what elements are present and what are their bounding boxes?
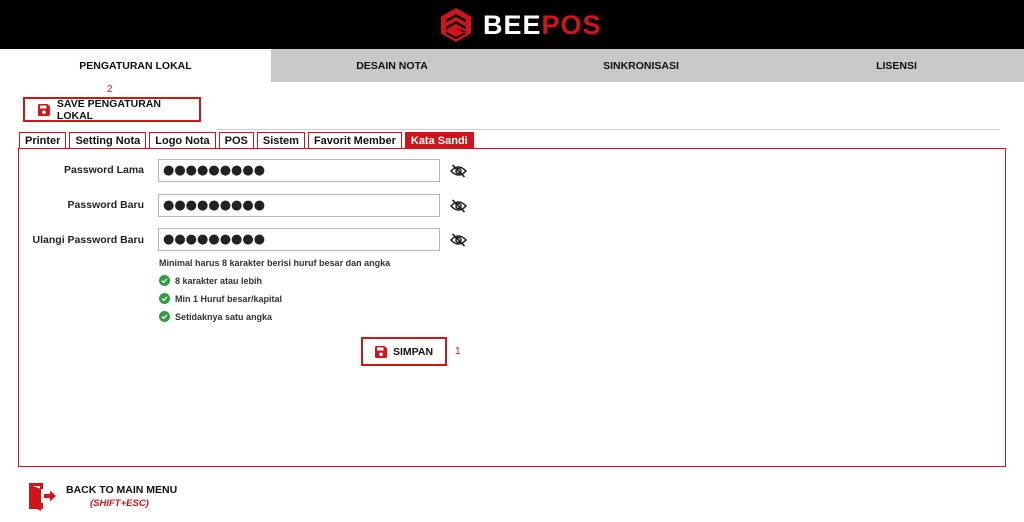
repeat-password-field[interactable] bbox=[158, 228, 440, 251]
beepos-hex-logo-icon bbox=[441, 8, 471, 42]
old-password-label: Password Lama bbox=[64, 164, 144, 176]
annotation-1: 1 bbox=[455, 346, 461, 357]
divider bbox=[217, 129, 1000, 130]
rule-label: Setidaknya satu angka bbox=[175, 311, 273, 322]
old-password-field[interactable] bbox=[158, 159, 440, 182]
password-hint: Minimal harus 8 karakter berisi huruf be… bbox=[159, 258, 391, 268]
rule-item: 8 karakter atau lebih bbox=[159, 275, 262, 286]
rule-label: Min 1 Huruf besar/kapital bbox=[175, 293, 283, 304]
check-circle-icon bbox=[159, 275, 170, 286]
eye-off-icon[interactable] bbox=[449, 233, 468, 247]
rule-item: Setidaknya satu angka bbox=[159, 311, 272, 322]
save-pengaturan-lokal-label: SAVE PENGATURAN LOKAL bbox=[56, 97, 161, 122]
back-to-main-menu-label: BACK TO MAIN MENU bbox=[66, 484, 178, 496]
exit-door-icon bbox=[29, 483, 56, 511]
floppy-disk-icon bbox=[374, 345, 387, 358]
rule-item: Min 1 Huruf besar/kapital bbox=[159, 293, 282, 304]
repeat-password-label: Ulangi Password Baru bbox=[32, 234, 144, 246]
main-tab-bar: PENGATURAN LOKAL DESAIN NOTA SINKRONISAS… bbox=[0, 49, 1024, 82]
simpan-label: SIMPAN bbox=[392, 345, 434, 358]
brand-part-1: BEE bbox=[483, 9, 542, 40]
tab-pengaturan-lokal[interactable]: PENGATURAN LOKAL bbox=[0, 49, 271, 82]
rule-label: 8 karakter atau lebih bbox=[175, 275, 263, 286]
subtab-logo-nota[interactable]: Logo Nota bbox=[149, 132, 216, 148]
tab-sinkronisasi[interactable]: SINKRONISASI bbox=[513, 49, 769, 82]
floppy-disk-icon bbox=[38, 103, 50, 116]
brand-logo: BEEPOS bbox=[439, 6, 602, 44]
tab-desain-nota[interactable]: DESAIN NOTA bbox=[271, 49, 513, 82]
subtab-favorit-member[interactable]: Favorit Member bbox=[307, 132, 402, 148]
save-pengaturan-lokal-button[interactable]: SAVE PENGATURAN LOKAL bbox=[23, 97, 201, 122]
subtab-kata-sandi[interactable]: Kata Sandi bbox=[404, 132, 474, 148]
new-password-label: Password Baru bbox=[67, 199, 144, 211]
eye-off-icon[interactable] bbox=[449, 164, 468, 178]
brand-part-2: POS bbox=[541, 9, 602, 40]
simpan-button[interactable]: SIMPAN bbox=[361, 337, 447, 366]
back-to-main-menu-button[interactable]: BACK TO MAIN MENU (SHIFT+ESC) bbox=[27, 481, 177, 511]
back-text: BACK TO MAIN MENU (SHIFT+ESC) bbox=[66, 484, 216, 509]
check-circle-icon bbox=[159, 293, 170, 304]
settings-sub-tabs: Printer Setting Nota Logo Nota POS Siste… bbox=[19, 132, 477, 148]
subtab-printer[interactable]: Printer bbox=[19, 132, 67, 148]
back-shortcut-label: (SHIFT+ESC) bbox=[90, 498, 149, 509]
eye-off-icon[interactable] bbox=[449, 199, 468, 213]
new-password-field[interactable] bbox=[158, 194, 440, 217]
tab-lisensi[interactable]: LISENSI bbox=[769, 49, 1024, 82]
subtab-setting-nota[interactable]: Setting Nota bbox=[69, 132, 147, 148]
app-header: BEEPOS bbox=[0, 0, 1024, 49]
subtab-sistem[interactable]: Sistem bbox=[256, 132, 305, 148]
annotation-2: 2 bbox=[107, 84, 113, 95]
subtab-pos[interactable]: POS bbox=[218, 132, 254, 148]
check-circle-icon bbox=[159, 311, 170, 322]
brand-name: BEEPOS bbox=[483, 10, 602, 41]
